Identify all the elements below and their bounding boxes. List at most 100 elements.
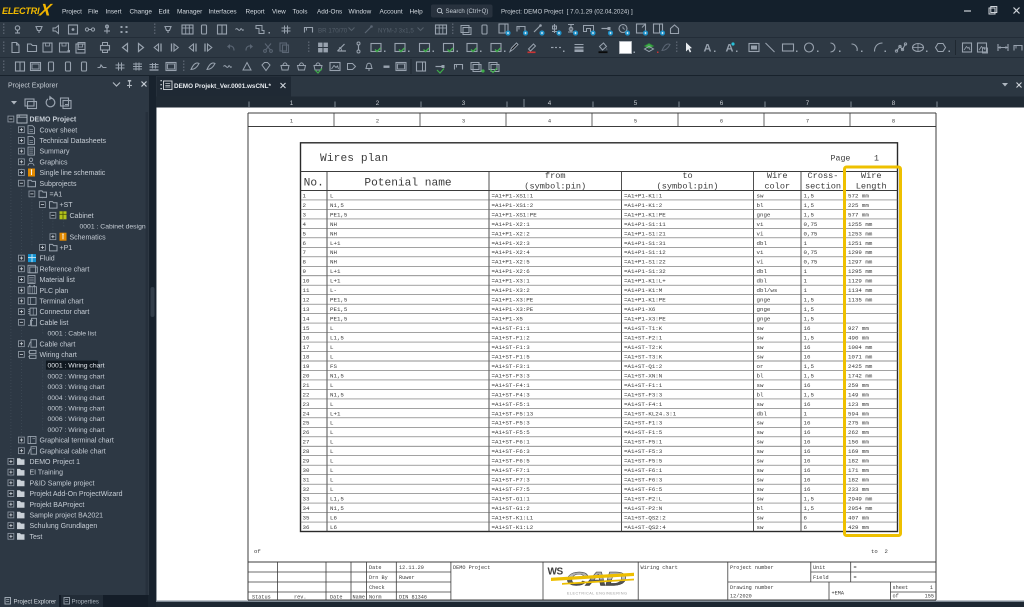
svg-text:(symbol:pin): (symbol:pin) bbox=[657, 181, 719, 191]
svg-text:vi: vi bbox=[757, 221, 764, 228]
svg-text:6: 6 bbox=[720, 100, 724, 107]
svg-text:=A1+ST-F3:1: =A1+ST-F3:1 bbox=[492, 363, 531, 370]
svg-text:=A1+P1-X3:PE: =A1+P1-X3:PE bbox=[492, 306, 534, 313]
svg-text:27: 27 bbox=[303, 439, 310, 446]
svg-text:25: 25 bbox=[303, 420, 310, 427]
svg-text:(symbol:pin): (symbol:pin) bbox=[524, 181, 586, 191]
svg-text:24: 24 bbox=[303, 410, 310, 417]
svg-text:259 mm: 259 mm bbox=[848, 382, 869, 389]
svg-text:=A1+ST-G1:1: =A1+ST-G1:1 bbox=[492, 496, 531, 503]
svg-text:File: File bbox=[88, 8, 99, 15]
svg-text:3: 3 bbox=[462, 118, 465, 124]
svg-text:sw: sw bbox=[757, 192, 764, 199]
svg-text:=A1+ST-F1:5: =A1+ST-F1:5 bbox=[624, 429, 663, 436]
svg-text:33: 33 bbox=[303, 496, 310, 503]
svg-text:=A1+ST-F6:5: =A1+ST-F6:5 bbox=[624, 486, 663, 493]
svg-text:149 mm: 149 mm bbox=[848, 391, 869, 398]
svg-text:BR 170/70: BR 170/70 bbox=[318, 27, 348, 34]
svg-text:Page: Page bbox=[831, 155, 851, 164]
svg-text:Schematics: Schematics bbox=[70, 234, 107, 241]
svg-text:156 mm: 156 mm bbox=[848, 439, 869, 446]
svg-text:Material list: Material list bbox=[40, 277, 75, 284]
svg-text:4: 4 bbox=[548, 100, 552, 107]
svg-text:to: to bbox=[682, 171, 692, 181]
svg-text:=A1+P1-K1:PE: =A1+P1-K1:PE bbox=[624, 297, 666, 304]
svg-text:123 mm: 123 mm bbox=[848, 401, 869, 408]
svg-text:DEMO Projekt_Ver.0001.wsCNL*: DEMO Projekt_Ver.0001.wsCNL* bbox=[174, 83, 271, 90]
svg-text:=A1: =A1 bbox=[50, 192, 63, 199]
svg-text:=A1+ST-P2:N: =A1+ST-P2:N bbox=[624, 505, 663, 512]
svg-text:29: 29 bbox=[303, 458, 310, 465]
svg-text:Projekt Add-On ProjectWizard: Projekt Add-On ProjectWizard bbox=[30, 491, 123, 498]
svg-text:31: 31 bbox=[303, 477, 310, 484]
svg-text:=A1+ST-F6:1: =A1+ST-F6:1 bbox=[492, 439, 531, 446]
svg-text:sw: sw bbox=[757, 353, 764, 360]
svg-text:1: 1 bbox=[804, 240, 808, 247]
svg-text:Graphics: Graphics bbox=[40, 159, 69, 166]
svg-text:L+1: L+1 bbox=[330, 278, 341, 285]
svg-text:rev.: rev. bbox=[294, 594, 306, 600]
svg-text:=A1+ST-F5:3: =A1+ST-F5:3 bbox=[624, 448, 663, 455]
svg-text:16: 16 bbox=[804, 477, 811, 484]
svg-text:16: 16 bbox=[804, 382, 811, 389]
svg-text:WS: WS bbox=[548, 567, 564, 578]
svg-text:0,75: 0,75 bbox=[804, 249, 818, 256]
svg-text:577 mm: 577 mm bbox=[848, 211, 869, 218]
svg-text:3: 3 bbox=[303, 211, 307, 218]
svg-text:2: 2 bbox=[303, 202, 307, 209]
svg-text:NH: NH bbox=[330, 221, 337, 228]
svg-text:P&ID Sample project: P&ID Sample project bbox=[30, 480, 95, 487]
svg-text:=A1+ST-XN:N: =A1+ST-XN:N bbox=[624, 372, 663, 379]
svg-text:155: 155 bbox=[925, 594, 934, 600]
svg-text:Reference chart: Reference chart bbox=[40, 266, 90, 273]
svg-text:19: 19 bbox=[303, 363, 310, 370]
svg-text:429 mm: 429 mm bbox=[848, 524, 869, 531]
svg-text:dbl/ws: dbl/ws bbox=[757, 287, 778, 294]
svg-text:1,5: 1,5 bbox=[804, 306, 815, 313]
svg-text:=A1+ST-P2:L: =A1+ST-P2:L bbox=[624, 496, 663, 503]
svg-text:=A1+P1-X5: =A1+P1-X5 bbox=[492, 316, 524, 323]
svg-text:Projekt BAProject: Projekt BAProject bbox=[30, 502, 85, 509]
svg-text:0001 : Cable list: 0001 : Cable list bbox=[48, 331, 97, 338]
svg-text:DEMO Project: DEMO Project bbox=[30, 117, 77, 124]
svg-text:Wires plan: Wires plan bbox=[320, 153, 388, 165]
svg-text:6: 6 bbox=[720, 118, 723, 124]
svg-text:dbl: dbl bbox=[757, 278, 768, 285]
svg-text:=A1+P1-K1:PE: =A1+P1-K1:PE bbox=[624, 211, 666, 218]
svg-text:Manager: Manager bbox=[177, 8, 203, 15]
svg-text:Cable list: Cable list bbox=[40, 320, 69, 327]
svg-text:NH: NH bbox=[330, 230, 337, 237]
svg-text:0,75: 0,75 bbox=[804, 221, 818, 228]
svg-text:10: 10 bbox=[303, 278, 310, 285]
svg-text:4: 4 bbox=[548, 118, 551, 124]
svg-text:1,5: 1,5 bbox=[804, 202, 815, 209]
svg-text:1: 1 bbox=[804, 268, 808, 275]
svg-text:L: L bbox=[330, 401, 334, 408]
svg-text:1129 mm: 1129 mm bbox=[848, 278, 873, 285]
svg-text:=A1+P1-K1:M: =A1+P1-K1:M bbox=[624, 287, 663, 294]
svg-text:1: 1 bbox=[290, 100, 294, 107]
svg-text:=A1+ST-F5:1: =A1+ST-F5:1 bbox=[492, 401, 531, 408]
svg-text:Report: Report bbox=[246, 8, 265, 15]
svg-text:17: 17 bbox=[303, 344, 310, 351]
svg-text:16: 16 bbox=[303, 334, 310, 341]
svg-text:Cabinet: Cabinet bbox=[70, 213, 94, 220]
svg-text:Field: Field bbox=[813, 575, 829, 581]
svg-text:ELECTRICAL ENGINEERING: ELECTRICAL ENGINEERING bbox=[567, 592, 627, 596]
svg-text:1,5: 1,5 bbox=[804, 363, 815, 370]
svg-text:Single line schematic: Single line schematic bbox=[40, 170, 106, 177]
svg-text:35: 35 bbox=[303, 514, 310, 521]
svg-text:=A1+P1-X2:5: =A1+P1-X2:5 bbox=[492, 259, 531, 266]
svg-text:Name: Name bbox=[353, 594, 365, 600]
svg-text:=A1+P1-X6: =A1+P1-X6 bbox=[624, 306, 656, 313]
svg-text:L+1: L+1 bbox=[330, 410, 341, 417]
svg-text:vi: vi bbox=[757, 259, 764, 266]
svg-text:=A1+P1-X2:6: =A1+P1-X2:6 bbox=[492, 268, 531, 275]
svg-text:1134 mm: 1134 mm bbox=[848, 287, 873, 294]
svg-text:13: 13 bbox=[303, 306, 310, 313]
svg-text:Edit: Edit bbox=[159, 8, 170, 15]
svg-text:=A1+P1-K1:L+: =A1+P1-K1:L+ bbox=[624, 278, 666, 285]
svg-text:Date: Date bbox=[330, 594, 342, 600]
svg-text:12: 12 bbox=[303, 297, 310, 304]
svg-text:section: section bbox=[805, 181, 841, 191]
